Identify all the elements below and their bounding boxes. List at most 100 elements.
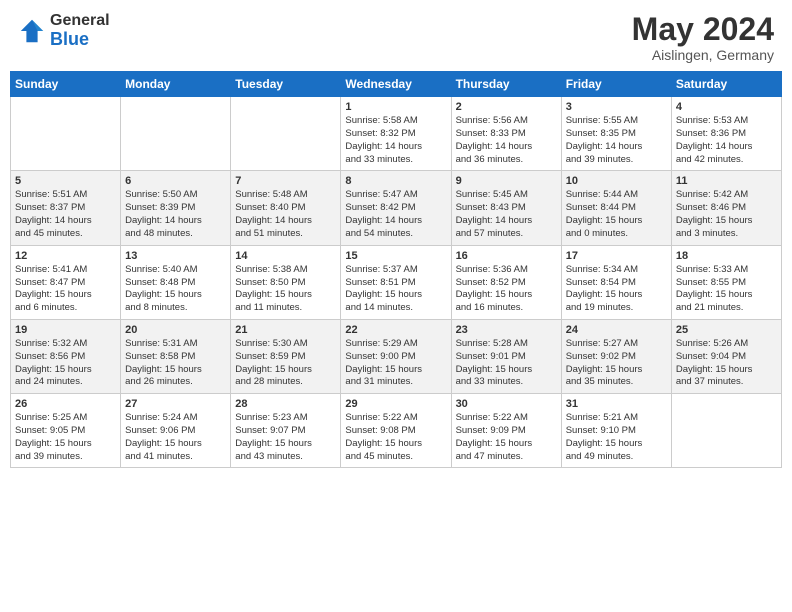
day-info: Sunrise: 5:22 AM Sunset: 9:08 PM Dayligh… <box>345 412 446 463</box>
day-number: 14 <box>235 250 336 262</box>
col-monday: Monday <box>121 72 231 97</box>
col-friday: Friday <box>561 72 671 97</box>
day-number: 1 <box>345 101 446 113</box>
calendar-cell-w4-d4: 22Sunrise: 5:29 AM Sunset: 9:00 PM Dayli… <box>341 319 451 393</box>
day-number: 18 <box>676 250 777 262</box>
day-number: 7 <box>235 175 336 187</box>
day-info: Sunrise: 5:34 AM Sunset: 8:54 PM Dayligh… <box>566 264 667 315</box>
calendar-cell-w2-d5: 9Sunrise: 5:45 AM Sunset: 8:43 PM Daylig… <box>451 171 561 245</box>
day-number: 4 <box>676 101 777 113</box>
calendar-week-2: 5Sunrise: 5:51 AM Sunset: 8:37 PM Daylig… <box>11 171 782 245</box>
day-info: Sunrise: 5:48 AM Sunset: 8:40 PM Dayligh… <box>235 189 336 240</box>
day-info: Sunrise: 5:44 AM Sunset: 8:44 PM Dayligh… <box>566 189 667 240</box>
day-number: 23 <box>456 324 557 336</box>
day-number: 2 <box>456 101 557 113</box>
calendar-cell-w2-d6: 10Sunrise: 5:44 AM Sunset: 8:44 PM Dayli… <box>561 171 671 245</box>
day-number: 26 <box>15 398 116 410</box>
day-info: Sunrise: 5:42 AM Sunset: 8:46 PM Dayligh… <box>676 189 777 240</box>
day-number: 9 <box>456 175 557 187</box>
calendar-cell-w3-d3: 14 Sunrise: 5:38 AM Sunset: 8:50 PM Dayli… <box>231 245 341 319</box>
day-number: 22 <box>345 324 446 336</box>
col-tuesday: Tuesday <box>231 72 341 97</box>
day-info: Sunrise: 5:55 AM Sunset: 8:35 PM Dayligh… <box>566 115 667 166</box>
calendar-cell-w4-d7: 25 Sunrise: 5:26 AM Sunset: 9:04 PM Dayli… <box>671 319 781 393</box>
logo-general: General <box>50 12 110 30</box>
day-number: 20 <box>125 324 226 336</box>
calendar-cell-w5-d7 <box>671 394 781 468</box>
calendar-cell-w1-d3 <box>231 97 341 171</box>
day-info: Sunrise: 5:27 AM Sunset: 9:02 PM Dayligh… <box>566 338 667 389</box>
day-info: Sunrise: 5:28 AM Sunset: 9:01 PM Dayligh… <box>456 338 557 389</box>
calendar-cell-w1-d4: 1 Sunrise: 5:58 AM Sunset: 8:32 PM Daylig… <box>341 97 451 171</box>
day-info: Sunrise: 5:21 AM Sunset: 9:10 PM Dayligh… <box>566 412 667 463</box>
day-number: 25 <box>676 324 777 336</box>
day-number: 28 <box>235 398 336 410</box>
day-number: 27 <box>125 398 226 410</box>
day-number: 12 <box>15 250 116 262</box>
calendar-cell-w2-d7: 11 Sunrise: 5:42 AM Sunset: 8:46 PM Dayli… <box>671 171 781 245</box>
calendar-header-row: Sunday Monday Tuesday Wednesday Thursday… <box>11 72 782 97</box>
calendar-cell-w3-d5: 16 Sunrise: 5:36 AM Sunset: 8:52 PM Dayli… <box>451 245 561 319</box>
calendar-cell-w1-d6: 3 Sunrise: 5:55 AM Sunset: 8:35 PM Daylig… <box>561 97 671 171</box>
day-number: 19 <box>15 324 116 336</box>
day-number: 30 <box>456 398 557 410</box>
logo: General Blue <box>18 12 110 49</box>
calendar-cell-w5-d4: 29 Sunrise: 5:22 AM Sunset: 9:08 PM Dayli… <box>341 394 451 468</box>
day-info: Sunrise: 5:38 AM Sunset: 8:50 PM Dayligh… <box>235 264 336 315</box>
day-info: Sunrise: 5:30 AM Sunset: 8:59 PM Dayligh… <box>235 338 336 389</box>
day-info: Sunrise: 5:24 AM Sunset: 9:06 PM Dayligh… <box>125 412 226 463</box>
day-info: Sunrise: 5:36 AM Sunset: 8:52 PM Dayligh… <box>456 264 557 315</box>
day-info: Sunrise: 5:50 AM Sunset: 8:39 PM Dayligh… <box>125 189 226 240</box>
day-number: 11 <box>676 175 777 187</box>
day-info: Sunrise: 5:37 AM Sunset: 8:51 PM Dayligh… <box>345 264 446 315</box>
month-title: May 2024 <box>632 12 774 47</box>
calendar-week-3: 12 Sunrise: 5:41 AM Sunset: 8:47 PM Dayli… <box>11 245 782 319</box>
day-info: Sunrise: 5:53 AM Sunset: 8:36 PM Dayligh… <box>676 115 777 166</box>
calendar-cell-w1-d1 <box>11 97 121 171</box>
calendar-week-5: 26 Sunrise: 5:25 AM Sunset: 9:05 PM Dayli… <box>11 394 782 468</box>
day-info: Sunrise: 5:51 AM Sunset: 8:37 PM Dayligh… <box>15 189 116 240</box>
calendar-week-1: 1 Sunrise: 5:58 AM Sunset: 8:32 PM Daylig… <box>11 97 782 171</box>
calendar-cell-w3-d1: 12 Sunrise: 5:41 AM Sunset: 8:47 PM Dayli… <box>11 245 121 319</box>
day-info: Sunrise: 5:25 AM Sunset: 9:05 PM Dayligh… <box>15 412 116 463</box>
calendar-cell-w2-d3: 7 Sunrise: 5:48 AM Sunset: 8:40 PM Daylig… <box>231 171 341 245</box>
calendar-cell-w3-d6: 17Sunrise: 5:34 AM Sunset: 8:54 PM Dayli… <box>561 245 671 319</box>
calendar-cell-w5-d6: 31 Sunrise: 5:21 AM Sunset: 9:10 PM Dayli… <box>561 394 671 468</box>
day-info: Sunrise: 5:56 AM Sunset: 8:33 PM Dayligh… <box>456 115 557 166</box>
day-info: Sunrise: 5:41 AM Sunset: 8:47 PM Dayligh… <box>15 264 116 315</box>
calendar-cell-w4-d2: 20Sunrise: 5:31 AM Sunset: 8:58 PM Dayli… <box>121 319 231 393</box>
calendar-cell-w3-d7: 18 Sunrise: 5:33 AM Sunset: 8:55 PM Dayli… <box>671 245 781 319</box>
calendar-cell-w5-d1: 26 Sunrise: 5:25 AM Sunset: 9:05 PM Dayli… <box>11 394 121 468</box>
logo-text: General Blue <box>50 12 110 49</box>
calendar-cell-w2-d4: 8Sunrise: 5:47 AM Sunset: 8:42 PM Daylig… <box>341 171 451 245</box>
calendar-cell-w3-d4: 15 Sunrise: 5:37 AM Sunset: 8:51 PM Dayli… <box>341 245 451 319</box>
day-number: 31 <box>566 398 667 410</box>
calendar-cell-w5-d5: 30Sunrise: 5:22 AM Sunset: 9:09 PM Dayli… <box>451 394 561 468</box>
day-info: Sunrise: 5:23 AM Sunset: 9:07 PM Dayligh… <box>235 412 336 463</box>
day-number: 16 <box>456 250 557 262</box>
day-number: 13 <box>125 250 226 262</box>
day-number: 15 <box>345 250 446 262</box>
calendar-cell-w2-d2: 6Sunrise: 5:50 AM Sunset: 8:39 PM Daylig… <box>121 171 231 245</box>
calendar-cell-w1-d5: 2 Sunrise: 5:56 AM Sunset: 8:33 PM Daylig… <box>451 97 561 171</box>
logo-blue: Blue <box>50 30 110 50</box>
subtitle: Aislingen, Germany <box>632 47 774 63</box>
day-info: Sunrise: 5:32 AM Sunset: 8:56 PM Dayligh… <box>15 338 116 389</box>
day-info: Sunrise: 5:33 AM Sunset: 8:55 PM Dayligh… <box>676 264 777 315</box>
calendar-cell-w4-d1: 19 Sunrise: 5:32 AM Sunset: 8:56 PM Dayli… <box>11 319 121 393</box>
day-info: Sunrise: 5:58 AM Sunset: 8:32 PM Dayligh… <box>345 115 446 166</box>
day-number: 29 <box>345 398 446 410</box>
calendar-table: Sunday Monday Tuesday Wednesday Thursday… <box>10 71 782 468</box>
day-number: 24 <box>566 324 667 336</box>
col-wednesday: Wednesday <box>341 72 451 97</box>
calendar-cell-w4-d6: 24 Sunrise: 5:27 AM Sunset: 9:02 PM Dayli… <box>561 319 671 393</box>
logo-icon <box>18 17 46 45</box>
day-info: Sunrise: 5:26 AM Sunset: 9:04 PM Dayligh… <box>676 338 777 389</box>
day-number: 3 <box>566 101 667 113</box>
header: General Blue May 2024 Aislingen, Germany <box>0 0 792 67</box>
calendar-cell-w5-d2: 27 Sunrise: 5:24 AM Sunset: 9:06 PM Dayli… <box>121 394 231 468</box>
calendar-cell-w2-d1: 5Sunrise: 5:51 AM Sunset: 8:37 PM Daylig… <box>11 171 121 245</box>
day-info: Sunrise: 5:40 AM Sunset: 8:48 PM Dayligh… <box>125 264 226 315</box>
calendar-cell-w1-d7: 4 Sunrise: 5:53 AM Sunset: 8:36 PM Daylig… <box>671 97 781 171</box>
day-number: 8 <box>345 175 446 187</box>
